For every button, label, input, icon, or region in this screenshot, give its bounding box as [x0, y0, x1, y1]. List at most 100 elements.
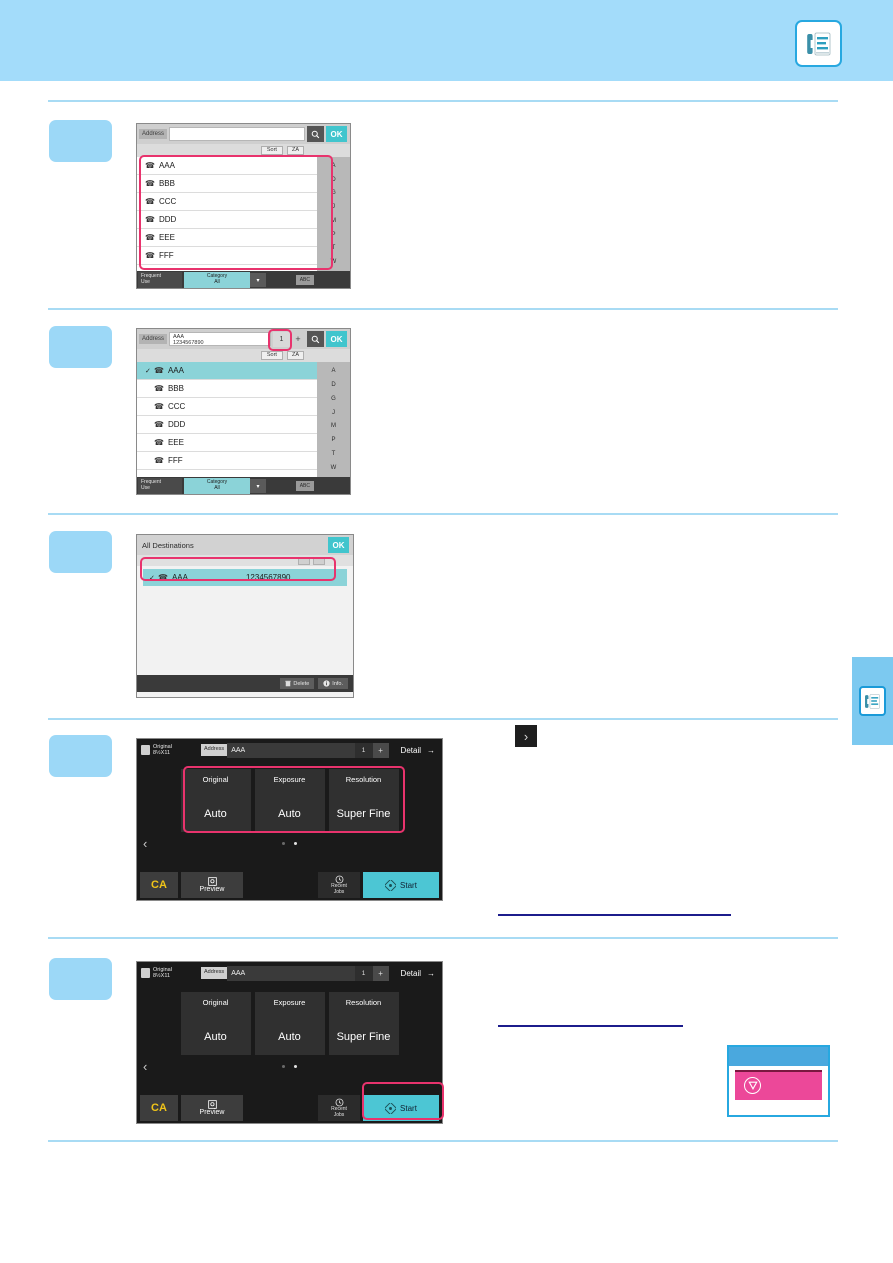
- screen-address-book-1[interactable]: Address OK Sort ZA ☎ AAA ☎ BBB ☎ CCC ☎ DDD ☎…: [136, 123, 351, 289]
- sort-order-button[interactable]: ZA: [286, 350, 304, 361]
- chevron-right-icon[interactable]: ›: [515, 725, 537, 747]
- page-dot[interactable]: [282, 841, 285, 845]
- destination-count-badge[interactable]: 1: [354, 965, 373, 981]
- phone-icon: ☎: [145, 161, 155, 170]
- page-dot-active[interactable]: [294, 1064, 297, 1068]
- abc-toggle-button[interactable]: ABC: [295, 275, 314, 285]
- index-letter[interactable]: M: [331, 423, 336, 429]
- original-info[interactable]: Original 8½X11: [141, 967, 197, 979]
- index-letter[interactable]: W: [331, 259, 337, 265]
- list-item[interactable]: ☎ FFF: [137, 247, 317, 265]
- tile-original[interactable]: Original Auto: [180, 992, 251, 1055]
- category-button[interactable]: Category All: [184, 272, 250, 288]
- add-destination-button[interactable]: +: [372, 742, 389, 758]
- abc-toggle-button[interactable]: ABC: [295, 481, 314, 491]
- add-destination-button[interactable]: +: [372, 965, 389, 981]
- page-dots: [137, 841, 442, 845]
- info-button[interactable]: Info.: [318, 678, 348, 689]
- sort-button[interactable]: Sort: [260, 350, 283, 361]
- destinations-subbar: [137, 555, 353, 566]
- add-destination-button[interactable]: +: [291, 331, 305, 347]
- address-list[interactable]: ✓ ☎ AAA ☎ BBB ☎ CCC ☎ DDD ☎ EEE ☎ FFF: [137, 362, 317, 477]
- index-letter[interactable]: D: [331, 382, 335, 388]
- ca-button[interactable]: CA: [140, 1095, 178, 1121]
- search-icon[interactable]: [307, 126, 324, 142]
- ok-button[interactable]: OK: [326, 126, 347, 142]
- list-item[interactable]: ☎ AAA: [137, 157, 317, 175]
- address-value[interactable]: AAA: [227, 965, 355, 981]
- original-info[interactable]: Original 8½X11: [141, 744, 197, 756]
- stop-button[interactable]: [735, 1069, 822, 1100]
- screen-all-destinations[interactable]: All Destinations OK ✓ ☎ AAA 1234567890 D…: [136, 534, 354, 698]
- index-letter[interactable]: P: [331, 232, 335, 238]
- start-button[interactable]: Start: [363, 872, 439, 898]
- side-tab-fax[interactable]: [852, 657, 893, 745]
- recent-jobs-button[interactable]: Recent Jobs: [318, 1095, 360, 1121]
- screen-address-book-2[interactable]: Address AAA 1234567890 1 + OK Sort ZA ✓ ☎…: [136, 328, 351, 495]
- tile-resolution[interactable]: Resolution Super Fine: [328, 992, 399, 1055]
- list-item[interactable]: ☎ EEE: [137, 229, 317, 247]
- index-letter[interactable]: J: [332, 410, 335, 416]
- frequent-use-button[interactable]: Frequent Use: [138, 478, 182, 494]
- ca-button[interactable]: CA: [140, 872, 178, 898]
- list-item[interactable]: ☎ DDD: [137, 416, 317, 434]
- index-letter[interactable]: D: [331, 177, 335, 183]
- list-item[interactable]: ☎ BBB: [137, 175, 317, 193]
- index-letter[interactable]: T: [332, 245, 336, 251]
- preview-button[interactable]: Preview: [181, 1095, 243, 1121]
- ok-button[interactable]: OK: [328, 537, 349, 553]
- index-letter[interactable]: T: [332, 451, 336, 457]
- screen-fax-main-2[interactable]: Original 8½X11 Address AAA 1 + Detail → …: [136, 961, 443, 1124]
- list-item[interactable]: ☎ CCC: [137, 398, 317, 416]
- search-icon[interactable]: [307, 331, 324, 347]
- index-letter[interactable]: G: [331, 396, 336, 402]
- detail-button[interactable]: Detail →: [393, 969, 438, 978]
- frequent-use-button[interactable]: Frequent Use: [138, 272, 182, 288]
- fax-bottom-bar: CA Preview Recent Jobs Start: [137, 870, 442, 900]
- alphabet-index[interactable]: A D G J M P T W: [317, 157, 350, 271]
- index-letter[interactable]: J: [332, 204, 335, 210]
- page-dot-active[interactable]: [294, 841, 297, 845]
- list-item[interactable]: ✓ ☎ AAA: [137, 362, 317, 380]
- tile-resolution[interactable]: Resolution Super Fine: [328, 769, 399, 832]
- page-dot[interactable]: [282, 1064, 285, 1068]
- destination-row[interactable]: ✓ ☎ AAA 1234567890: [143, 569, 347, 586]
- index-letter[interactable]: A: [331, 368, 335, 374]
- list-item[interactable]: ☎ EEE: [137, 434, 317, 452]
- arrow-right-icon: →: [427, 968, 435, 978]
- index-letter[interactable]: A: [331, 163, 335, 169]
- destination-count-badge[interactable]: 1: [273, 331, 290, 347]
- destination-count-badge[interactable]: 1: [354, 742, 373, 758]
- preview-button[interactable]: Preview: [181, 872, 243, 898]
- list-item[interactable]: ☎ DDD: [137, 211, 317, 229]
- list-item[interactable]: ☎ FFF: [137, 452, 317, 470]
- detail-button[interactable]: Detail →: [393, 746, 438, 755]
- address-input[interactable]: [169, 127, 305, 141]
- sort-order-button[interactable]: ZA: [286, 145, 304, 156]
- index-letter[interactable]: G: [331, 190, 336, 196]
- address-list[interactable]: ☎ AAA ☎ BBB ☎ CCC ☎ DDD ☎ EEE ☎ FFF: [137, 157, 317, 271]
- index-letter[interactable]: W: [331, 465, 337, 471]
- start-button[interactable]: Start: [363, 1095, 439, 1121]
- address-row[interactable]: Address AAA 1 +: [201, 742, 389, 758]
- ok-button[interactable]: OK: [326, 331, 347, 347]
- alphabet-index[interactable]: A D G J M P T W: [317, 362, 350, 477]
- category-button[interactable]: Category All: [184, 478, 250, 494]
- index-letter[interactable]: M: [331, 218, 336, 224]
- chevron-down-icon[interactable]: ▾: [250, 479, 266, 493]
- list-item[interactable]: ☎ CCC: [137, 193, 317, 211]
- chevron-down-icon[interactable]: ▾: [250, 273, 266, 287]
- tile-original[interactable]: Original Auto: [180, 769, 251, 832]
- index-letter[interactable]: P: [331, 437, 335, 443]
- recent-jobs-button[interactable]: Recent Jobs: [318, 872, 360, 898]
- address-book-footer: Frequent Use Category All ▾ ABC: [137, 271, 350, 288]
- address-input[interactable]: AAA 1234567890: [169, 332, 271, 346]
- screen-fax-main-1[interactable]: Original 8½X11 Address AAA 1 + Detail → …: [136, 738, 443, 901]
- sort-button[interactable]: Sort: [260, 145, 283, 156]
- address-row[interactable]: Address AAA 1 +: [201, 965, 389, 981]
- delete-button[interactable]: Delete: [280, 678, 315, 689]
- list-item[interactable]: ☎ BBB: [137, 380, 317, 398]
- tile-exposure[interactable]: Exposure Auto: [254, 992, 325, 1055]
- address-value[interactable]: AAA: [227, 742, 355, 758]
- tile-exposure[interactable]: Exposure Auto: [254, 769, 325, 832]
